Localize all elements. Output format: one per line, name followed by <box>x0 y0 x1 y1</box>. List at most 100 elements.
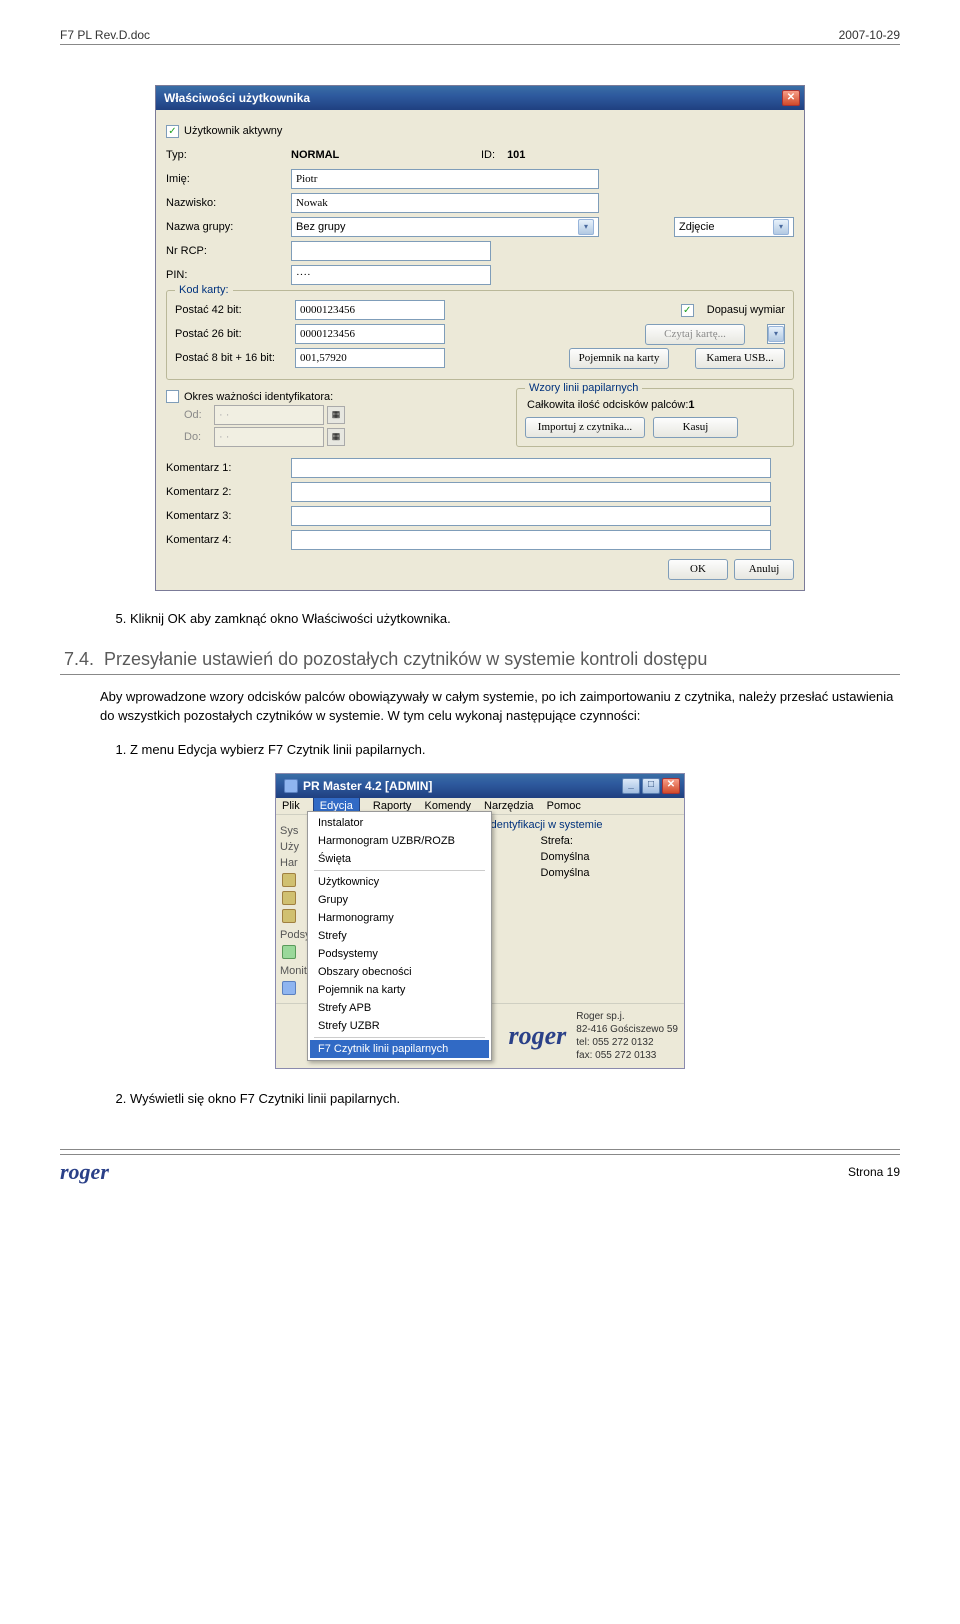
menu-item[interactable]: Instalator <box>310 814 489 832</box>
dialog-title: Właściwości użytkownika <box>164 91 310 105</box>
group-combo[interactable]: Bez grupy ▾ <box>291 217 599 237</box>
folder-icon <box>282 891 296 905</box>
section-rule <box>60 674 900 675</box>
card-container-button[interactable]: Pojemnik na karty <box>569 348 669 369</box>
pin-label: PIN: <box>166 269 291 281</box>
menu-item[interactable]: Strefy <box>310 927 489 945</box>
comment1-input[interactable] <box>291 458 771 478</box>
from-date-input[interactable]: · · <box>214 405 324 425</box>
chevron-down-icon[interactable]: ▾ <box>773 219 789 235</box>
comment2-input[interactable] <box>291 482 771 502</box>
chevron-down-icon[interactable]: ▾ <box>768 326 784 342</box>
photo-label: Zdjęcie <box>679 221 714 233</box>
to-date-input[interactable]: · · <box>214 427 324 447</box>
to-label: Do: <box>184 431 214 443</box>
menu-separator <box>314 870 485 871</box>
comment3-input[interactable] <box>291 506 771 526</box>
from-label: Od: <box>184 409 214 421</box>
calendar-icon[interactable]: ▦ <box>327 428 345 446</box>
menu-item[interactable]: Harmonogramy <box>310 909 489 927</box>
menu-item[interactable]: Podsystemy <box>310 945 489 963</box>
pin-input[interactable] <box>291 265 491 285</box>
comment3-label: Komentarz 3: <box>166 510 291 522</box>
id-label: ID: <box>481 149 495 161</box>
comment4-input[interactable] <box>291 530 771 550</box>
step-2-text: Wyświetli się okno F7 Czytniki linii pap… <box>100 1089 900 1109</box>
roger-logo: roger <box>60 1159 109 1185</box>
delete-button[interactable]: Kasuj <box>653 417 738 438</box>
prmaster-titlebar[interactable]: PR Master 4.2 [ADMIN] _ □ ✕ <box>276 774 684 798</box>
id-value: 101 <box>507 149 525 161</box>
addr-line: fax: 055 272 0133 <box>576 1049 678 1062</box>
close-icon[interactable]: ✕ <box>782 90 800 106</box>
menu-item[interactable]: Strefy UZBR <box>310 1017 489 1035</box>
user-properties-dialog: Właściwości użytkownika ✕ ✓ Użytkownik a… <box>155 85 805 591</box>
menu-item[interactable]: Święta <box>310 850 489 868</box>
calendar-icon[interactable]: ▦ <box>327 406 345 424</box>
fingerprint-count-value: 1 <box>688 399 694 411</box>
read-card-combo[interactable]: ▾ <box>767 324 785 344</box>
validity-checkbox[interactable] <box>166 390 179 403</box>
prmaster-title: PR Master 4.2 [ADMIN] <box>303 779 432 793</box>
lastname-label: Nazwisko: <box>166 197 291 209</box>
menu-separator <box>314 1037 485 1038</box>
menu-item[interactable]: Grupy <box>310 891 489 909</box>
menu-item[interactable]: Użytkownicy <box>310 873 489 891</box>
page-number: Strona 19 <box>848 1165 900 1179</box>
p26-input[interactable] <box>295 324 445 344</box>
folder-icon <box>282 945 296 959</box>
header-rule <box>60 44 900 45</box>
group-label: Nazwa grupy: <box>166 221 291 233</box>
menu-pomoc[interactable]: Pomoc <box>547 800 581 812</box>
lastname-input[interactable] <box>291 193 599 213</box>
photo-combo[interactable]: Zdjęcie ▾ <box>674 217 794 237</box>
menu-item[interactable]: Harmonogram UZBR/ROZB <box>310 832 489 850</box>
p42-input[interactable] <box>295 300 445 320</box>
menu-item[interactable]: Pojemnik na karty <box>310 981 489 999</box>
fingerprint-count-label: Całkowita ilość odcisków palców: <box>527 399 688 411</box>
card-code-legend: Kod karty: <box>175 284 233 296</box>
menu-item[interactable]: Strefy APB <box>310 999 489 1017</box>
import-reader-button[interactable]: Importuj z czytnika... <box>525 417 645 438</box>
active-label: Użytkownik aktywny <box>184 125 282 137</box>
menu-item[interactable]: Obszary obecności <box>310 963 489 981</box>
dialog-titlebar[interactable]: Właściwości użytkownika ✕ <box>156 86 804 110</box>
doc-footer: roger Strona 19 <box>60 1149 900 1185</box>
chevron-down-icon[interactable]: ▾ <box>578 219 594 235</box>
firstname-input[interactable] <box>291 169 599 189</box>
menu-item-f7-selected[interactable]: F7 Czytnik linii papilarnych <box>310 1040 489 1058</box>
col-strefa: Strefa: <box>537 833 676 849</box>
maximize-icon[interactable]: □ <box>642 778 660 794</box>
step-5-text: Kliknij OK aby zamknąć okno Właściwości … <box>100 609 900 629</box>
p26-label: Postać 26 bit: <box>175 328 287 340</box>
menu-plik[interactable]: Plik <box>282 800 300 812</box>
comment1-label: Komentarz 1: <box>166 462 291 474</box>
comment4-label: Komentarz 4: <box>166 534 291 546</box>
card-code-fieldset: Kod karty: Postać 42 bit: ✓ Dopasuj wymi… <box>166 290 794 380</box>
app-icon <box>284 779 298 793</box>
fit-checkbox[interactable]: ✓ <box>681 304 694 317</box>
fingerprints-fieldset: Wzory linii papilarnych Całkowita ilość … <box>516 388 794 447</box>
ok-button[interactable]: OK <box>668 559 728 580</box>
p816-label: Postać 8 bit + 16 bit: <box>175 352 287 364</box>
active-checkbox[interactable]: ✓ <box>166 125 179 138</box>
p42-label: Postać 42 bit: <box>175 304 287 316</box>
type-value: NORMAL <box>291 149 481 161</box>
rcp-input[interactable] <box>291 241 491 261</box>
folder-icon <box>282 873 296 887</box>
fit-label: Dopasuj wymiar <box>707 304 785 316</box>
read-card-button[interactable]: Czytaj kartę... <box>645 324 745 345</box>
close-icon[interactable]: ✕ <box>662 778 680 794</box>
doc-header-left: F7 PL Rev.D.doc <box>60 28 150 42</box>
step-1-text: Z menu Edycja wybierz F7 Czytnik linii p… <box>100 740 900 760</box>
p816-input[interactable] <box>295 348 445 368</box>
comment2-label: Komentarz 2: <box>166 486 291 498</box>
section-paragraph: Aby wprowadzone wzory odcisków palców ob… <box>100 687 900 726</box>
cancel-button[interactable]: Anuluj <box>734 559 794 580</box>
addr-line: tel: 055 272 0132 <box>576 1036 678 1049</box>
folder-icon <box>282 909 296 923</box>
type-label: Typ: <box>166 149 291 161</box>
usb-camera-button[interactable]: Kamera USB... <box>695 348 785 369</box>
fingerprints-legend: Wzory linii papilarnych <box>525 382 642 394</box>
minimize-icon[interactable]: _ <box>622 778 640 794</box>
